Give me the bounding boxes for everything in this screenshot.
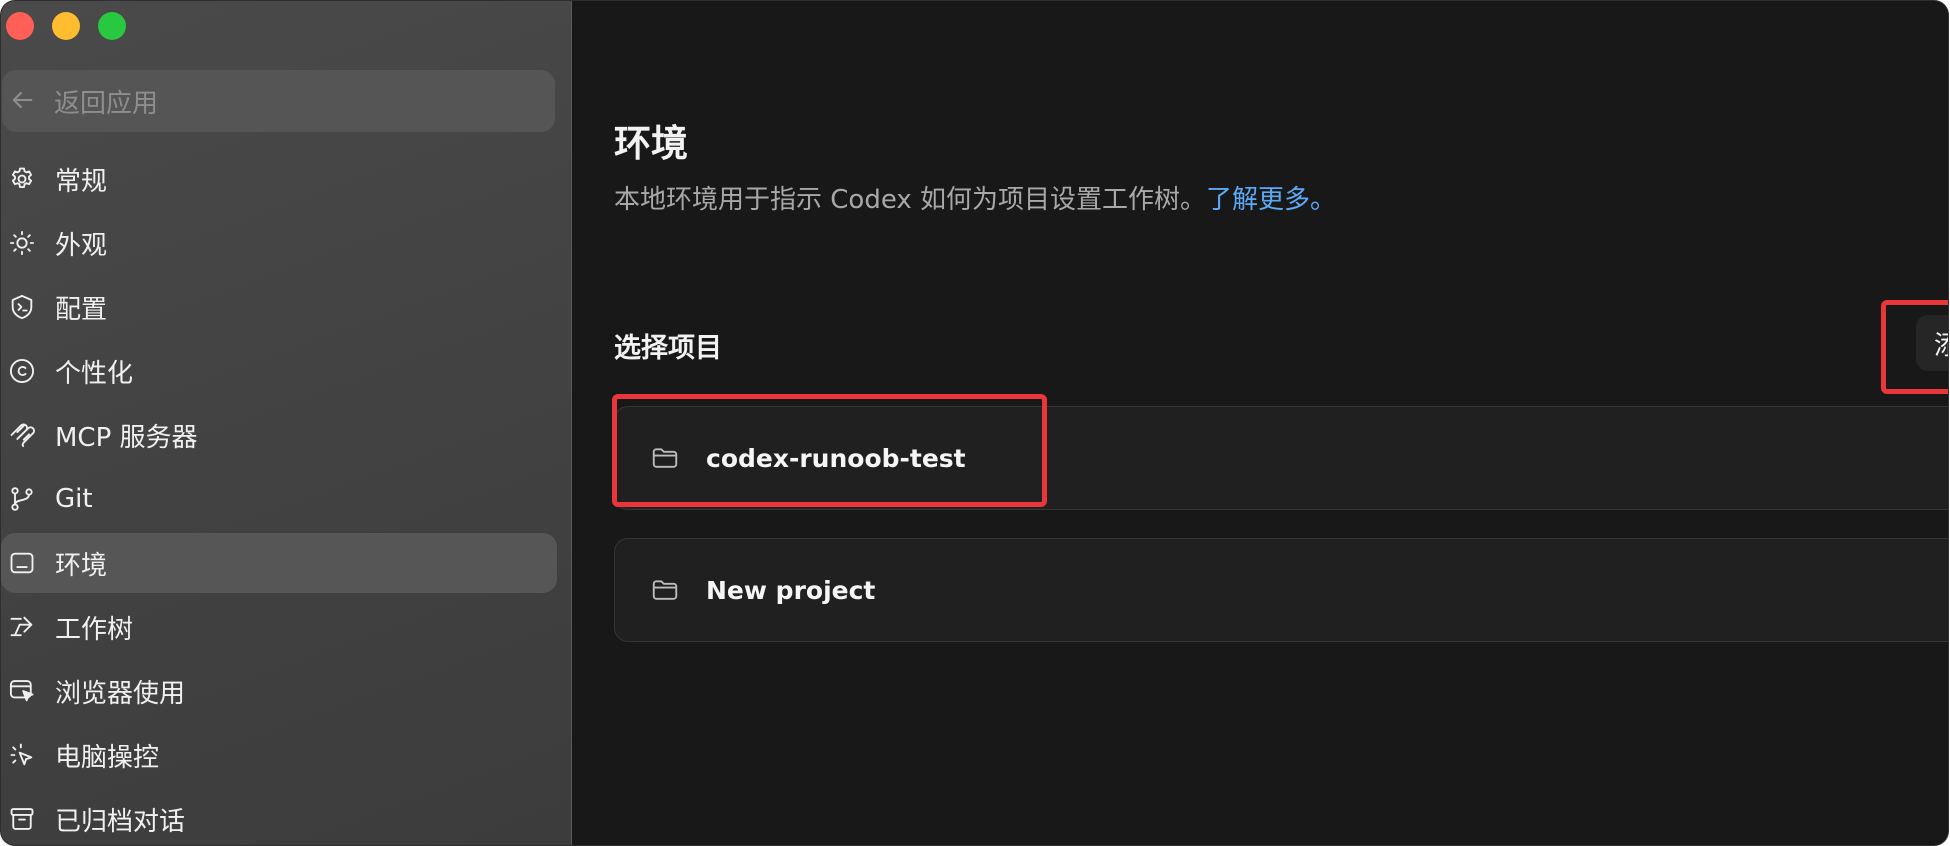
worktree-icon xyxy=(7,612,37,642)
sidebar-item-config[interactable]: 配置 xyxy=(1,277,557,337)
main-panel: 环境 本地环境用于指示 Codex 如何为项目设置工作树。了解更多。 选择项目 … xyxy=(572,1,1948,845)
settings-nav: 常规 外观 配置 个性化 MCP 服务器 Git 环境 工作树 浏览器使用 电脑… xyxy=(1,149,557,845)
sidebar-item-appearance[interactable]: 外观 xyxy=(1,213,557,273)
description-text: 本地环境用于指示 Codex 如何为项目设置工作树。 xyxy=(614,185,1207,215)
project-name: New project xyxy=(706,575,876,605)
sidebar-item-browser-use[interactable]: 浏览器使用 xyxy=(1,661,557,721)
browser-cursor-icon xyxy=(7,676,37,706)
settings-window: 返回应用 常规 外观 配置 个性化 MCP 服务器 Git 环境 工作树 浏览器… xyxy=(1,1,1948,845)
sidebar-item-mcp-servers[interactable]: MCP 服务器 xyxy=(1,405,557,465)
minimize-window-button[interactable] xyxy=(52,12,80,40)
archive-icon xyxy=(7,804,37,834)
sidebar-item-label: 配置 xyxy=(55,294,108,325)
sidebar-item-archived-chats[interactable]: 已归档对话 xyxy=(1,789,557,845)
sidebar-item-label: 电脑操控 xyxy=(55,742,160,773)
section-title: 选择项目 xyxy=(614,333,722,364)
sidebar-item-worktree[interactable]: 工作树 xyxy=(1,597,557,657)
sidebar-item-label: 外观 xyxy=(55,230,108,261)
project-card[interactable]: codex-runoob-test xyxy=(614,406,1948,510)
back-label: 返回应用 xyxy=(54,88,159,119)
sidebar-item-label: 已归档对话 xyxy=(55,806,186,837)
terminal-shield-icon xyxy=(7,292,37,322)
sidebar-item-label: MCP 服务器 xyxy=(55,422,198,453)
arrow-left-icon xyxy=(8,86,38,116)
gear-icon xyxy=(7,164,37,194)
sidebar-item-label: Git xyxy=(55,484,93,514)
back-to-app-button[interactable]: 返回应用 xyxy=(2,70,555,132)
window-controls xyxy=(6,12,126,40)
sidebar-item-label: 常规 xyxy=(55,166,108,197)
sidebar-item-label: 环境 xyxy=(55,550,108,581)
click-cursor-icon xyxy=(7,740,37,770)
sidebar-item-label: 工作树 xyxy=(55,614,134,645)
sidebar-item-general[interactable]: 常规 xyxy=(1,149,557,209)
sidebar-item-git[interactable]: Git xyxy=(1,469,557,529)
sidebar-item-computer-control[interactable]: 电脑操控 xyxy=(1,725,557,785)
sidebar-item-environment[interactable]: 环境 xyxy=(1,533,557,593)
terminal-window-icon xyxy=(7,548,37,578)
close-window-button[interactable] xyxy=(6,12,34,40)
git-branch-icon xyxy=(7,484,37,514)
mcp-icon xyxy=(7,420,37,450)
learn-more-link[interactable]: 了解更多。 xyxy=(1206,185,1336,215)
folder-icon xyxy=(650,443,680,473)
sidebar-item-label: 个性化 xyxy=(55,358,134,389)
folder-icon xyxy=(650,575,680,605)
zoom-window-button[interactable] xyxy=(98,12,126,40)
sidebar-item-personalization[interactable]: 个性化 xyxy=(1,341,557,401)
project-card[interactable]: New project xyxy=(614,538,1948,642)
page-description: 本地环境用于指示 Codex 如何为项目设置工作树。了解更多。 xyxy=(614,179,1336,216)
page-title: 环境 xyxy=(614,122,688,165)
sidebar: 返回应用 常规 外观 配置 个性化 MCP 服务器 Git 环境 工作树 浏览器… xyxy=(1,1,572,845)
sidebar-item-label: 浏览器使用 xyxy=(55,678,186,709)
personalization-icon xyxy=(7,356,37,386)
project-name: codex-runoob-test xyxy=(706,443,966,473)
add-project-button[interactable]: 添加项目 xyxy=(1916,315,1948,371)
sun-icon xyxy=(7,228,37,258)
